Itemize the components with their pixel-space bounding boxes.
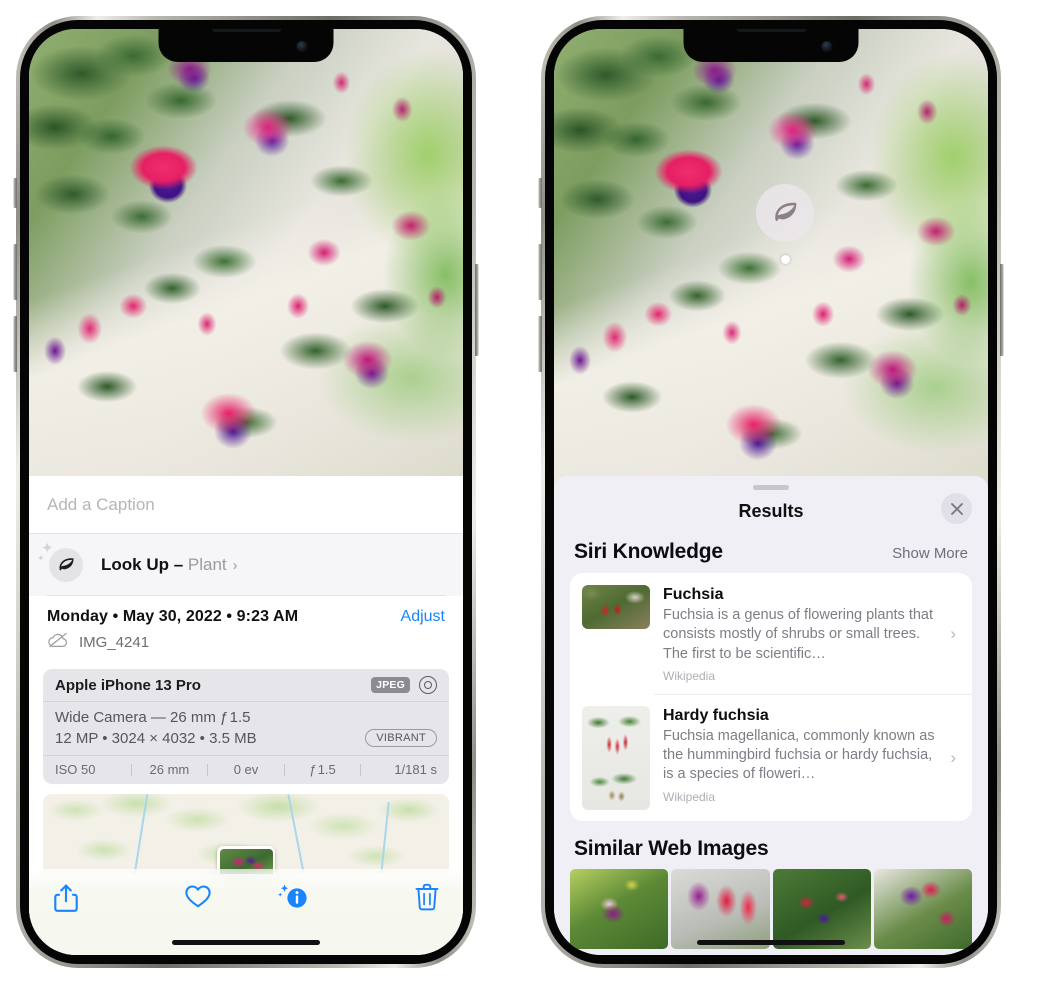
result-description: Fuchsia is a genus of flowering plants t… xyxy=(663,607,934,662)
notch xyxy=(683,29,859,62)
section-title: Similar Web Images xyxy=(574,836,769,860)
camera-lens-line: Wide Camera — 26 mm ƒ 1.5 xyxy=(55,709,251,726)
photo-filename: IMG_4241 xyxy=(79,634,150,651)
cloud-slash-icon xyxy=(47,632,69,653)
similar-web-images-header: Similar Web Images xyxy=(554,821,988,869)
left-screen: Add a Caption ✦ ✦ Look Up – Plant › Mond… xyxy=(29,29,463,955)
silence-switch[interactable] xyxy=(13,178,17,208)
camera-info-card: Apple iPhone 13 Pro JPEG Wide Camera — 2… xyxy=(43,669,449,784)
list-item[interactable]: Fuchsia Fuchsia is a genus of flowering … xyxy=(570,573,972,694)
fuchsia-thumbnail xyxy=(582,585,650,629)
info-button[interactable] xyxy=(246,883,343,913)
photo-date: Monday • May 30, 2022 • 9:23 AM xyxy=(47,608,299,625)
page-title: Results xyxy=(738,500,804,521)
caption-row[interactable]: Add a Caption xyxy=(29,476,463,534)
share-button[interactable] xyxy=(53,883,150,913)
result-source: Wikipedia xyxy=(663,789,716,804)
right-screen: Results Siri Knowledge Show More Fuchsia… xyxy=(554,29,988,955)
volume-up-button[interactable] xyxy=(13,244,17,300)
section-title: Siri Knowledge xyxy=(574,540,723,563)
home-indicator[interactable] xyxy=(172,940,320,945)
exif-row: ISO 50 26 mm 0 ev ƒ 1.5 1/181 s xyxy=(43,756,449,784)
show-more-button[interactable]: Show More xyxy=(892,545,968,562)
caption-input[interactable]: Add a Caption xyxy=(47,495,155,515)
adjust-button[interactable]: Adjust xyxy=(401,608,445,626)
visual-lookup-results-sheet: Results Siri Knowledge Show More Fuchsia… xyxy=(554,476,988,955)
chevron-right-icon: › xyxy=(950,623,956,643)
file-format-badge: JPEG xyxy=(371,677,410,693)
exif-aperture: ƒ 1.5 xyxy=(309,762,336,777)
volume-down-button[interactable] xyxy=(538,316,542,372)
camera-model: Apple iPhone 13 Pro xyxy=(55,676,201,694)
exif-ev: 0 ev xyxy=(233,762,259,777)
leaf-icon: ✦ ✦ xyxy=(37,541,83,582)
photo-viewer[interactable] xyxy=(29,29,463,476)
result-title: Hardy fuchsia xyxy=(663,706,769,724)
front-camera xyxy=(296,41,308,52)
web-image-1[interactable] xyxy=(570,868,669,949)
location-map[interactable] xyxy=(43,794,449,874)
hardy-fuchsia-thumbnail xyxy=(582,705,650,810)
list-item[interactable]: Hardy fuchsia Fuchsia magellanica, commo… xyxy=(570,693,972,821)
screenshot-root: Add a Caption ✦ ✦ Look Up – Plant › Mond… xyxy=(0,0,1055,985)
right-phone: Results Siri Knowledge Show More Fuchsia… xyxy=(538,16,1004,968)
home-indicator[interactable] xyxy=(697,940,845,945)
photo-blossom-layer xyxy=(554,29,988,489)
exif-shutter: 1/181 s xyxy=(394,762,437,777)
web-image-3[interactable] xyxy=(772,868,871,949)
delete-button[interactable] xyxy=(343,883,440,911)
camera-size-line: 12 MP • 3024 × 4032 • 3.5 MB xyxy=(55,729,257,747)
subject-indicator-dot xyxy=(781,255,790,264)
leaf-icon[interactable] xyxy=(756,184,814,242)
chevron-right-icon: › xyxy=(232,557,238,574)
results-header: Results xyxy=(554,490,988,532)
favorite-button[interactable] xyxy=(150,883,247,909)
metadata-block: Monday • May 30, 2022 • 9:23 AM Adjust I… xyxy=(29,596,463,659)
web-image-4[interactable] xyxy=(873,868,972,949)
volume-down-button[interactable] xyxy=(13,316,17,372)
power-button[interactable] xyxy=(1000,264,1004,356)
siri-knowledge-header: Siri Knowledge Show More xyxy=(554,532,988,573)
photo-viewer[interactable] xyxy=(554,29,988,489)
photo-blossom-layer xyxy=(29,29,463,476)
web-image-2[interactable] xyxy=(671,868,770,949)
notch xyxy=(158,29,334,62)
similar-web-images-grid xyxy=(554,868,988,949)
chevron-right-icon: › xyxy=(950,747,956,767)
sparkle-small-icon: ✦ xyxy=(37,553,45,563)
exif-iso: ISO 50 xyxy=(55,762,96,777)
aperture-icon xyxy=(419,676,437,694)
volume-up-button[interactable] xyxy=(538,244,542,300)
look-up-label: Look Up – Plant › xyxy=(101,555,238,575)
divider xyxy=(47,595,445,596)
front-camera xyxy=(821,41,833,52)
photo-info-sheet: Add a Caption ✦ ✦ Look Up – Plant › Mond… xyxy=(29,476,463,955)
silence-switch[interactable] xyxy=(538,178,542,208)
look-up-text: Look Up – xyxy=(101,555,188,574)
exif-focal: 26 mm xyxy=(149,762,190,777)
look-up-kind: Plant xyxy=(187,555,227,574)
look-up-row[interactable]: ✦ ✦ Look Up – Plant › xyxy=(29,534,463,596)
earpiece-speaker xyxy=(211,29,281,32)
left-phone: Add a Caption ✦ ✦ Look Up – Plant › Mond… xyxy=(13,16,479,968)
earpiece-speaker xyxy=(736,29,806,32)
power-button[interactable] xyxy=(475,264,479,356)
close-button[interactable] xyxy=(941,493,972,524)
result-description: Fuchsia magellanica, commonly known as t… xyxy=(663,727,935,783)
photographic-style-badge: VIBRANT xyxy=(365,729,437,747)
result-title: Fuchsia xyxy=(663,586,724,603)
siri-knowledge-card: Fuchsia Fuchsia is a genus of flowering … xyxy=(570,573,972,821)
result-source: Wikipedia xyxy=(663,668,716,683)
